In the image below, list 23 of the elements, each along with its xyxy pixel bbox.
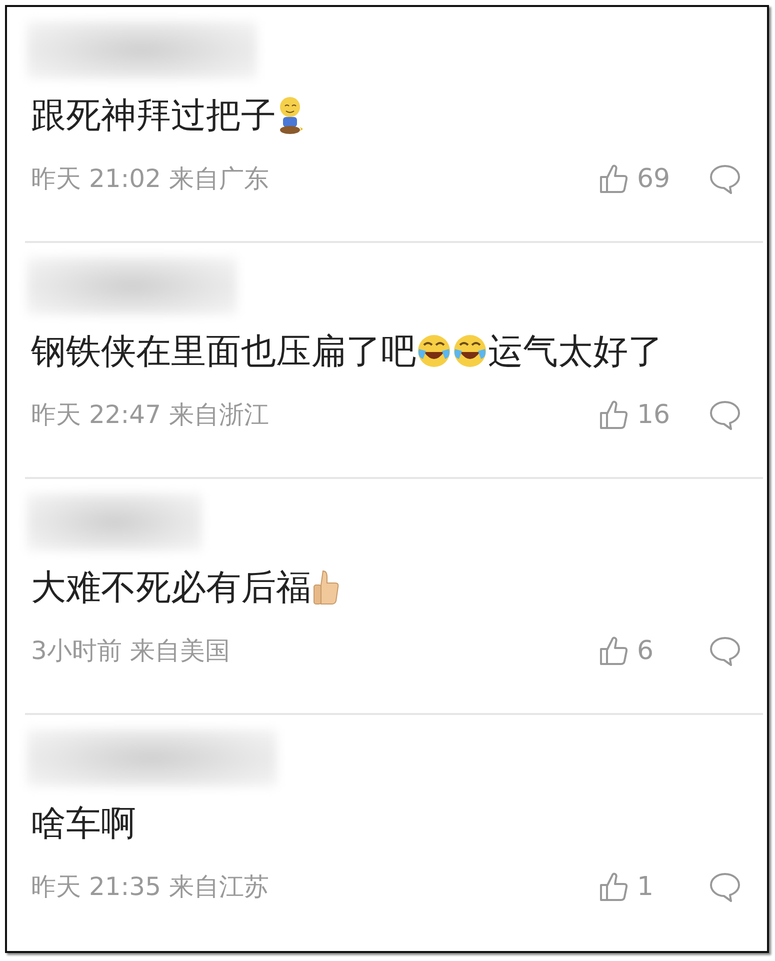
laughing-crying-emoji-icon [452,333,488,369]
comment-text: 啥车啊 [31,802,136,846]
comment-text: 跟死神拜过把子 [31,94,276,138]
comment-icon[interactable] [709,400,741,430]
thumbs-up-icon[interactable] [599,164,629,194]
comment-icon[interactable] [709,872,741,902]
comment-icon[interactable] [709,164,741,194]
thumbs-up-icon[interactable] [599,636,629,666]
comment-time-location: 3小时前 来自美国 [31,635,230,667]
comment-time-location: 昨天 21:35 来自江苏 [31,871,269,903]
like-count: 1 [637,872,655,902]
comment-text: 运气太好了 [488,330,663,374]
comment-text: 大难不死必有后福 [31,566,311,610]
thumbs-up-icon[interactable] [599,400,629,430]
laughing-crying-emoji-icon [416,333,452,369]
comment-time-location: 昨天 21:02 来自广东 [31,163,269,195]
like-count: 6 [637,636,655,666]
like-count: 16 [637,400,671,430]
comment-icon[interactable] [709,636,741,666]
comment-time-location: 昨天 22:47 来自浙江 [31,399,269,431]
like-count: 69 [637,164,671,194]
thumbs-up-icon[interactable] [599,872,629,902]
comment-text: 钢铁侠在里面也压扁了吧 [31,330,416,374]
